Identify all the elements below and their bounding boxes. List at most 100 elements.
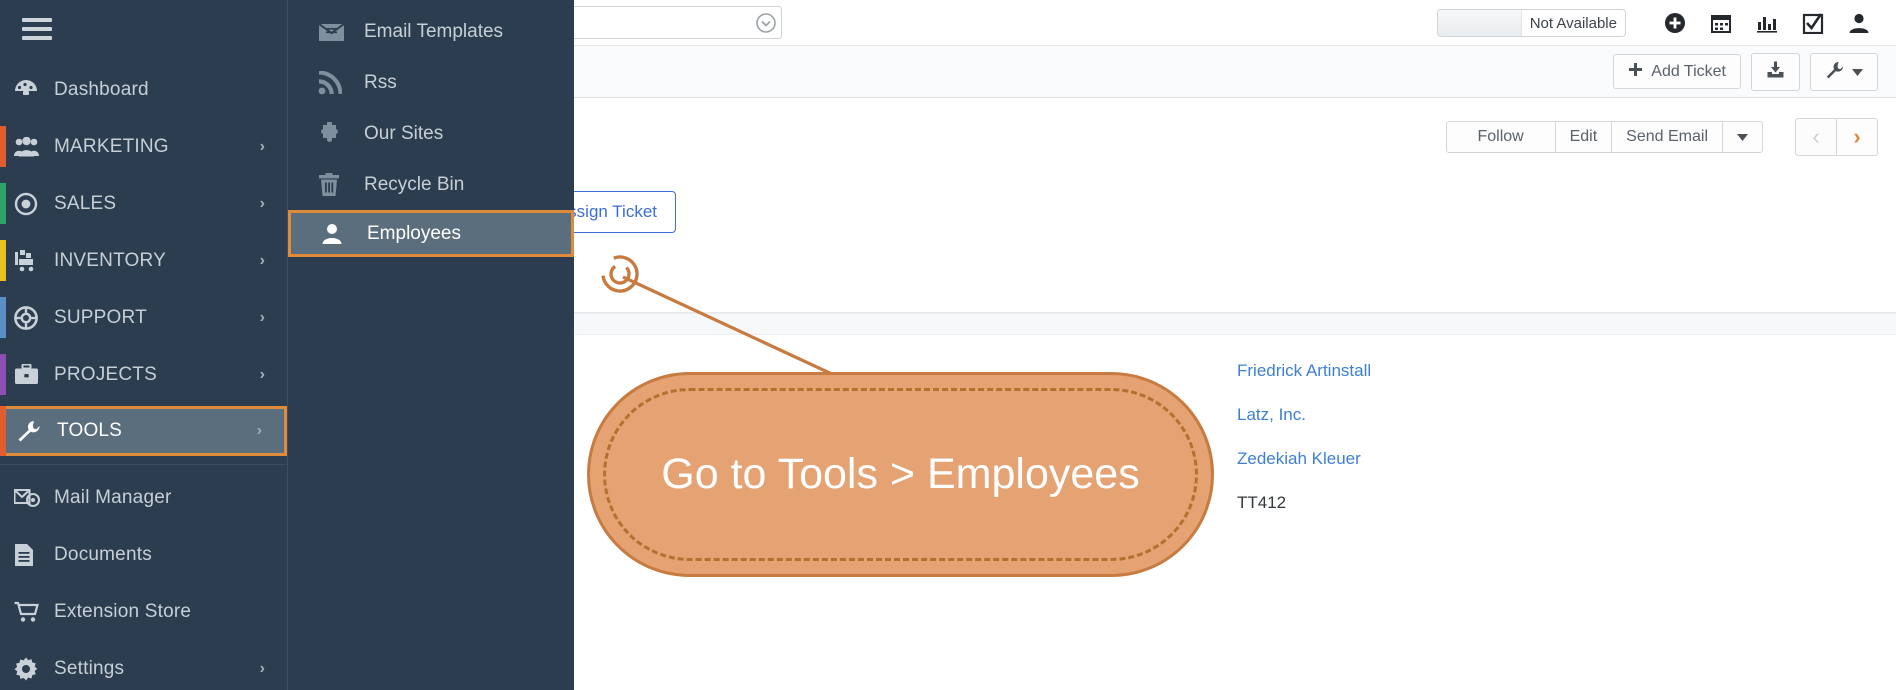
user-icon [321, 223, 367, 245]
chevron-left-icon: ‹ [1812, 124, 1820, 149]
sidebar-item-label: INVENTORY [54, 249, 166, 271]
caret-down-icon [1852, 64, 1863, 80]
analytics-icon[interactable] [1744, 0, 1790, 46]
chevron-down-circle-icon[interactable] [751, 12, 781, 33]
wrench-icon [17, 420, 57, 442]
puzzle-piece-icon [318, 121, 364, 146]
shopping-cart-icon [14, 601, 54, 623]
sidebar-item-settings[interactable]: Settings › [0, 640, 287, 690]
document-icon [14, 543, 54, 567]
gear-icon [14, 657, 54, 681]
submenu-item-employees[interactable]: Employees [288, 210, 574, 257]
accent-bar [0, 183, 6, 224]
sidebar-item-label: Dashboard [54, 78, 149, 100]
chevron-right-icon: › [259, 308, 265, 326]
chevron-right-icon: › [259, 365, 265, 383]
calendar-icon[interactable] [1698, 0, 1744, 46]
sidebar-divider [0, 464, 287, 465]
sidebar-item-label: Extension Store [54, 600, 192, 622]
lifebuoy-icon [14, 305, 54, 330]
field-value-ticket-number: TT412 [1237, 493, 1287, 512]
edit-button[interactable]: Edit [1554, 121, 1613, 153]
user-account-icon[interactable] [1836, 0, 1882, 46]
export-download-button[interactable] [1751, 52, 1800, 91]
rss-icon [318, 70, 364, 95]
target-circle-icon [14, 192, 54, 216]
next-record-button[interactable]: › [1836, 118, 1878, 156]
previous-record-button[interactable]: ‹ [1795, 118, 1837, 156]
submenu-item-rss[interactable]: Rss [288, 57, 574, 108]
submenu-item-label: Email Templates [364, 20, 504, 42]
main-sidebar: Dashboard MARKETING › SALES › INVENTORY … [0, 0, 287, 690]
download-inbox-icon [1766, 61, 1785, 83]
caret-down-icon [1737, 129, 1748, 145]
people-group-icon [14, 136, 54, 157]
sidebar-item-extension-store[interactable]: Extension Store [0, 583, 287, 640]
sidebar-item-inventory[interactable]: INVENTORY › [0, 232, 287, 289]
submenu-item-recycle-bin[interactable]: Recycle Bin [288, 159, 574, 210]
record-more-button[interactable] [1722, 121, 1763, 153]
field-value-account[interactable]: Latz, Inc. [1237, 405, 1306, 425]
availability-toggle[interactable]: Not Available [1436, 9, 1626, 37]
sidebar-item-label: PROJECTS [54, 363, 157, 385]
availability-knob[interactable] [1437, 10, 1522, 36]
tools-submenu-flyout: Email Templates Rss Our Sites Recycle Bi… [287, 0, 574, 690]
submenu-item-email-templates[interactable]: Email Templates [288, 6, 574, 57]
submenu-item-label: Employees [367, 222, 461, 244]
field-value-assigned[interactable]: Zedekiah Kleuer [1237, 449, 1361, 469]
add-ticket-button[interactable]: Add Ticket [1613, 54, 1741, 89]
tools-dropdown-button[interactable] [1810, 52, 1878, 91]
sidebar-item-dashboard[interactable]: Dashboard [0, 61, 287, 118]
sidebar-item-documents[interactable]: Documents [0, 526, 287, 583]
header-right-cluster: Not Available [1436, 0, 1882, 46]
sidebar-item-projects[interactable]: PROJECTS › [0, 346, 287, 403]
sidebar-item-sales[interactable]: SALES › [0, 175, 287, 232]
sidebar-item-label: Documents [54, 543, 152, 565]
dashboard-gauge-icon [14, 79, 54, 101]
sidebar-item-marketing[interactable]: MARKETING › [0, 118, 287, 175]
submenu-item-label: Our Sites [364, 122, 444, 144]
accent-bar [0, 406, 6, 456]
sidebar-item-label: Settings [54, 657, 125, 679]
chevron-right-icon: › [259, 659, 265, 677]
mail-at-icon [14, 488, 54, 508]
sidebar-item-label: SUPPORT [54, 306, 147, 328]
chevron-right-icon: › [1853, 124, 1861, 149]
accent-bar [0, 354, 6, 395]
sidebar-item-mail-manager[interactable]: Mail Manager [0, 469, 287, 526]
chevron-right-icon: › [259, 251, 265, 269]
inventory-cart-icon [14, 249, 54, 272]
sidebar-item-support[interactable]: SUPPORT › [0, 289, 287, 346]
record-action-group: Follow Edit Send Email [1445, 121, 1763, 153]
wrench-icon [1825, 61, 1844, 83]
sidebar-item-label: MARKETING [54, 135, 169, 157]
submenu-item-label: Recycle Bin [364, 173, 465, 195]
add-circle-icon[interactable] [1652, 0, 1698, 46]
availability-label: Not Available [1529, 14, 1617, 32]
add-ticket-label: Add Ticket [1651, 62, 1726, 80]
submenu-item-our-sites[interactable]: Our Sites [288, 108, 574, 159]
envelope-icon [318, 21, 364, 42]
sidebar-item-label: Mail Manager [54, 486, 172, 508]
sidebar-item-tools[interactable]: TOOLS › [0, 406, 287, 456]
sidebar-secondary-nav: Mail Manager Documents Extension Store S… [0, 469, 287, 690]
trash-icon [318, 172, 364, 197]
chevron-right-icon: › [259, 137, 265, 155]
plus-icon [1628, 62, 1643, 81]
record-pagination: ‹ › [1795, 118, 1878, 156]
tasks-icon[interactable] [1790, 0, 1836, 46]
accent-bar [0, 126, 6, 167]
app-root: Not Available Add Ticket [0, 0, 1896, 690]
follow-button[interactable]: Follow [1445, 121, 1556, 153]
chevron-right-icon: › [259, 194, 265, 212]
accent-bar [0, 240, 6, 281]
sidebar-primary-nav: Dashboard MARKETING › SALES › INVENTORY … [0, 61, 287, 456]
briefcase-icon [14, 364, 54, 385]
submenu-item-label: Rss [364, 71, 397, 93]
hamburger-menu-icon[interactable] [0, 0, 60, 61]
sidebar-item-label: SALES [54, 192, 117, 214]
field-value-contact[interactable]: Friedrick Artinstall [1237, 361, 1371, 381]
accent-bar [0, 297, 6, 338]
send-email-button[interactable]: Send Email [1611, 121, 1723, 153]
sidebar-item-label: TOOLS [57, 420, 123, 441]
